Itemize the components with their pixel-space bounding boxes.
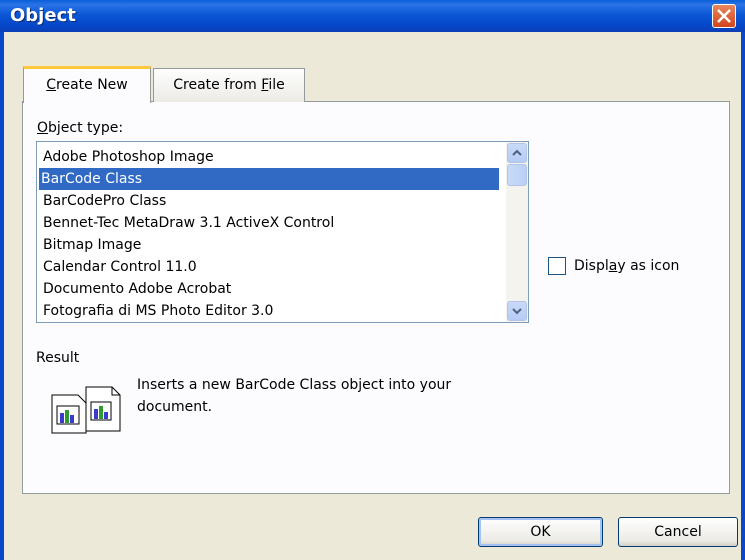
close-button[interactable] [712, 4, 736, 28]
chevron-up-icon [512, 149, 522, 156]
ok-button-label: OK [530, 524, 551, 540]
window-title: Object [10, 5, 76, 26]
cancel-button-label: Cancel [654, 524, 702, 540]
list-item[interactable]: BarCodePro Class [41, 190, 503, 212]
tab-create-from-file[interactable]: Create from File [153, 68, 305, 102]
object-type-list[interactable]: Adobe Photoshop Image BarCode Class BarC… [36, 141, 529, 323]
scroll-down-button[interactable] [507, 301, 527, 321]
list-item-selected[interactable]: BarCode Class [39, 168, 499, 190]
scroll-up-button[interactable] [507, 143, 527, 163]
cancel-button[interactable]: Cancel [618, 517, 738, 547]
insert-object-icon [51, 386, 121, 434]
list-item[interactable]: Adobe Photoshop Image [41, 146, 503, 168]
close-icon [717, 9, 731, 23]
ok-button[interactable]: OK [478, 517, 603, 547]
tab-create-new-label: Create New [46, 77, 128, 93]
scroll-thumb[interactable] [507, 164, 527, 186]
list-item[interactable]: Documento Adobe Acrobat [41, 278, 503, 300]
list-item[interactable]: Bennet-Tec MetaDraw 3.1 ActiveX Control [41, 212, 503, 234]
object-type-label: Object type: [37, 120, 124, 136]
list-item[interactable]: Fotografia di MS Photo Editor 3.0 [41, 300, 503, 322]
title-bar: Object [0, 0, 745, 32]
vertical-scrollbar[interactable] [506, 142, 528, 322]
window-frame-right [741, 32, 745, 560]
tab-create-from-file-label: Create from File [173, 77, 285, 93]
display-as-icon-checkbox[interactable] [548, 257, 566, 275]
result-description: Inserts a new BarCode Class object into … [137, 377, 452, 415]
display-as-icon-label[interactable]: Display as icon [574, 258, 679, 274]
chevron-down-icon [512, 308, 522, 315]
result-label: Result [36, 350, 80, 366]
list-item[interactable]: Bitmap Image [41, 234, 503, 256]
list-item[interactable]: Calendar Control 11.0 [41, 256, 503, 278]
tab-create-new[interactable]: Create New [23, 66, 151, 103]
window-frame-left [0, 32, 4, 560]
